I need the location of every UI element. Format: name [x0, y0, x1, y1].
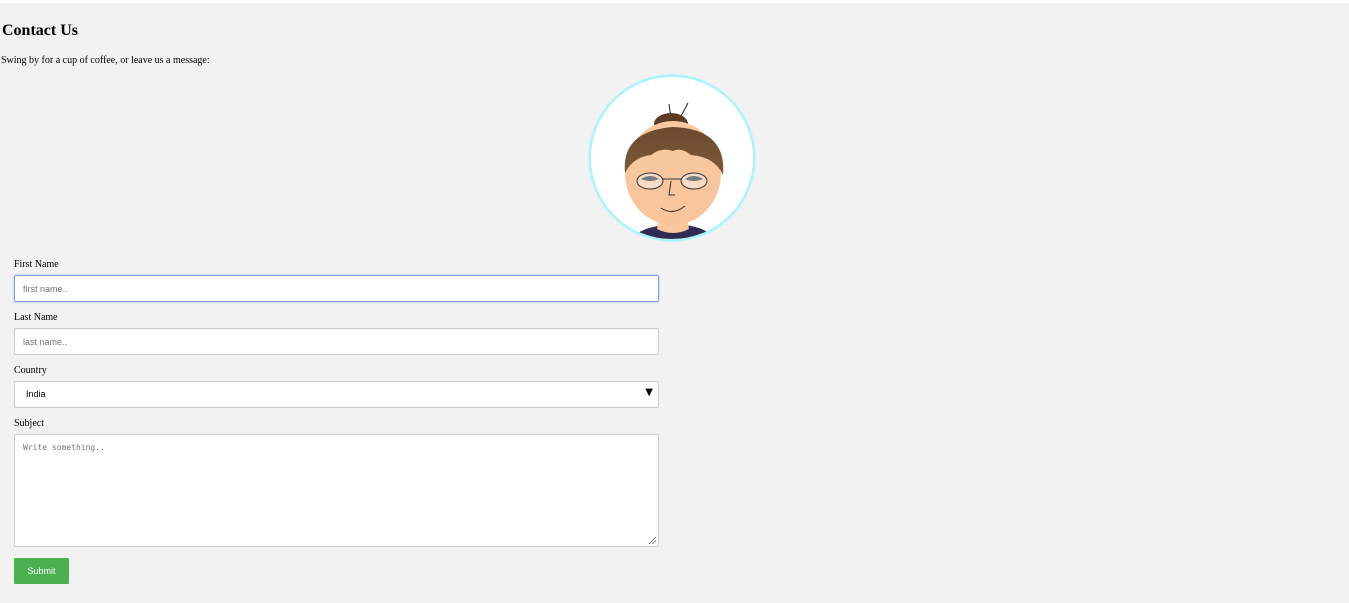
subject-label: Subject: [14, 418, 44, 429]
caret-down-icon: ▼: [645, 387, 653, 398]
last-name-label: Last Name: [14, 312, 58, 323]
resize-handle-icon[interactable]: [648, 536, 657, 545]
subject-textarea[interactable]: [14, 434, 659, 547]
avatar-image: [589, 75, 755, 241]
page-intro: Swing by for a cup of coffee, or leave u…: [1, 55, 210, 66]
avatar-illustration: [624, 102, 724, 239]
country-selected-value: India: [26, 389, 46, 399]
last-name-input[interactable]: [14, 328, 659, 355]
page-title: Contact Us: [2, 22, 78, 39]
first-name-input[interactable]: [14, 275, 659, 302]
country-select[interactable]: India ▼: [14, 381, 659, 408]
submit-button[interactable]: Submit: [14, 558, 69, 584]
contact-page: Contact Us Swing by for a cup of coffee,…: [0, 3, 1349, 603]
country-label: Country: [14, 365, 47, 376]
first-name-label: First Name: [14, 259, 59, 270]
